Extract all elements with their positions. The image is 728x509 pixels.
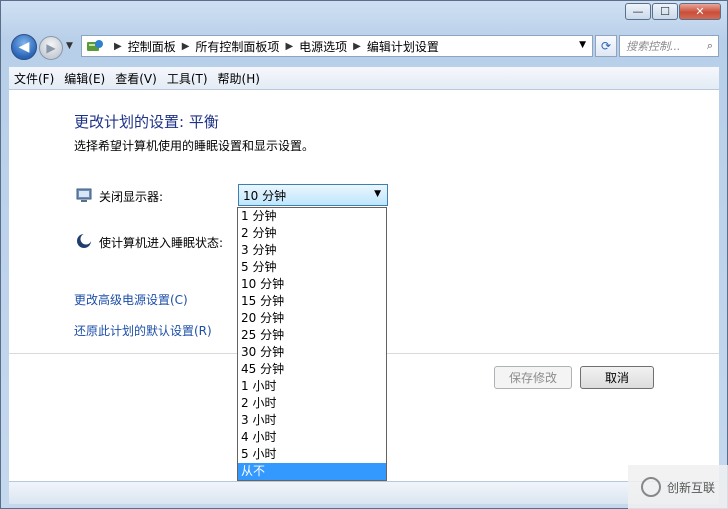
dropdown-option[interactable]: 2 分钟: [238, 225, 386, 242]
search-input[interactable]: 搜索控制... ⌕: [619, 35, 719, 57]
menu-help[interactable]: 帮助(H): [213, 70, 265, 87]
dropdown-option[interactable]: 45 分钟: [238, 361, 386, 378]
menu-view[interactable]: 查看(V): [110, 70, 162, 87]
dropdown-option[interactable]: 3 分钟: [238, 242, 386, 259]
watermark-text: 创新互联: [666, 480, 715, 495]
refresh-button[interactable]: ⟳: [595, 35, 617, 57]
dropdown-option[interactable]: 5 分钟: [238, 259, 386, 276]
close-button[interactable]: ✕: [679, 3, 721, 20]
display-off-label: 关闭显示器:: [99, 190, 164, 204]
dropdown-option-selected[interactable]: 从不: [238, 463, 386, 480]
dropdown-option[interactable]: 5 小时: [238, 446, 386, 463]
chevron-down-icon: ▼: [374, 189, 381, 199]
control-panel-icon: [87, 40, 103, 51]
display-icon: [76, 188, 92, 202]
moon-icon: [77, 233, 92, 248]
dropdown-option[interactable]: 25 分钟: [238, 327, 386, 344]
page-title: 更改计划的设置: 平衡: [74, 113, 219, 131]
forward-button[interactable]: ▶: [39, 36, 63, 60]
breadcrumb-separator: ▶: [353, 40, 361, 52]
dropdown-option[interactable]: 4 小时: [238, 429, 386, 446]
dropdown-option[interactable]: 3 小时: [238, 412, 386, 429]
menu-bar: 文件(F) 编辑(E) 查看(V) 工具(T) 帮助(H): [9, 67, 719, 90]
refresh-icon: ⟳: [600, 39, 612, 53]
minimize-button[interactable]: —: [625, 3, 651, 20]
breadcrumb-separator: ▶: [285, 40, 294, 52]
address-dropdown-icon[interactable]: ▼: [579, 40, 586, 50]
breadcrumb-edit-plan[interactable]: 编辑计划设置: [367, 38, 439, 55]
restore-defaults-link[interactable]: 还原此计划的默认设置(R): [74, 322, 212, 339]
menu-edit[interactable]: 编辑(E): [59, 70, 110, 87]
watermark-logo-icon: [640, 477, 661, 497]
address-bar[interactable]: ▶ 控制面板 ▶ 所有控制面板项 ▶ 电源选项 ▶ 编辑计划设置 ▼: [81, 35, 593, 57]
navigation-bar: ◀ ▶ ▼ ▶ 控制面板 ▶ 所有控制面板项 ▶ 电源选项 ▶ 编辑计划设置 ▼…: [9, 31, 719, 63]
display-off-value: 10 分钟: [243, 188, 287, 203]
breadcrumb-all-items[interactable]: 所有控制面板项: [195, 38, 279, 55]
dropdown-option[interactable]: 10 分钟: [238, 276, 386, 293]
cancel-button[interactable]: 取消: [580, 366, 654, 389]
menu-tools[interactable]: 工具(T): [162, 70, 213, 87]
breadcrumb-separator: ▶: [181, 40, 190, 52]
dropdown-option[interactable]: 20 分钟: [238, 310, 386, 327]
save-button[interactable]: 保存修改: [494, 366, 572, 389]
maximize-button[interactable]: ☐: [652, 3, 678, 20]
status-bar: [9, 481, 719, 504]
dropdown-option[interactable]: 15 分钟: [238, 293, 386, 310]
search-placeholder: 搜索控制...: [626, 40, 681, 53]
breadcrumb-control-panel[interactable]: 控制面板: [128, 38, 176, 55]
watermark: 创新互联: [628, 465, 728, 509]
sleep-label: 使计算机进入睡眠状态:: [99, 236, 224, 250]
display-off-select[interactable]: 10 分钟 ▼: [238, 184, 388, 206]
page-subtitle: 选择希望计算机使用的睡眠设置和显示设置。: [74, 139, 315, 153]
dropdown-option[interactable]: 1 分钟: [238, 208, 386, 225]
dropdown-option[interactable]: 2 小时: [238, 395, 386, 412]
recent-pages-dropdown[interactable]: ▼: [66, 41, 73, 51]
menu-file[interactable]: 文件(F): [9, 70, 59, 87]
dropdown-option[interactable]: 1 小时: [238, 378, 386, 395]
dropdown-option[interactable]: 30 分钟: [238, 344, 386, 361]
caption-buttons: — ☐ ✕: [624, 3, 721, 20]
forward-arrow-icon: ▶: [46, 41, 56, 55]
display-off-dropdown-list[interactable]: 1 分钟 2 分钟 3 分钟 5 分钟 10 分钟 15 分钟 20 分钟 25…: [237, 207, 387, 481]
search-icon: ⌕: [706, 39, 713, 52]
back-button[interactable]: ◀: [11, 34, 37, 60]
breadcrumb-power-options[interactable]: 电源选项: [299, 38, 347, 55]
breadcrumb-separator: ▶: [114, 40, 122, 52]
advanced-settings-link[interactable]: 更改高级电源设置(C): [74, 291, 188, 308]
back-arrow-icon: ◀: [18, 39, 30, 55]
